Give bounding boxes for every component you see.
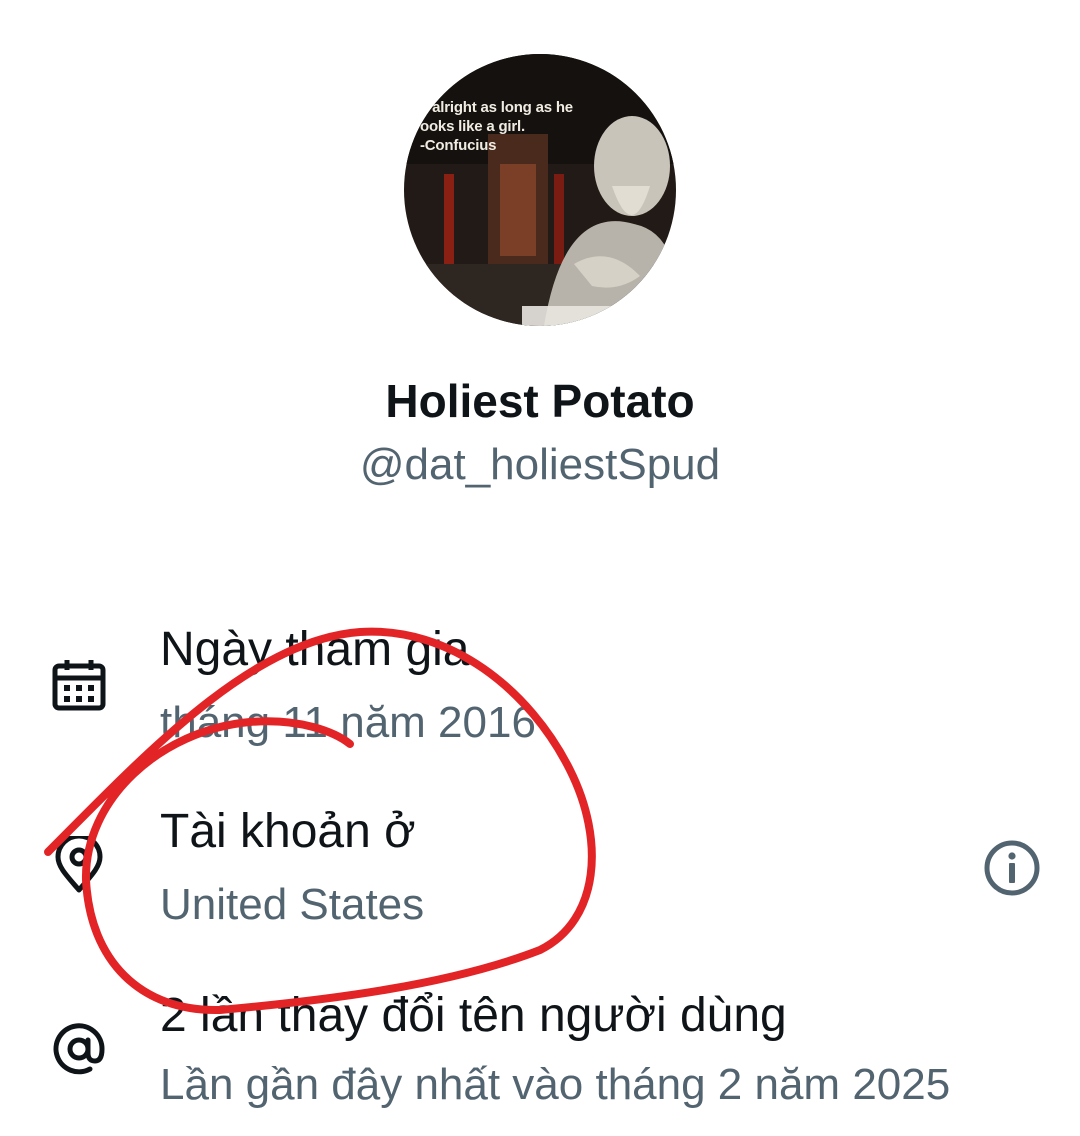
avatar-image (404, 54, 676, 326)
joined-value: tháng 11 năm 2016 (160, 698, 536, 747)
joined-label: Ngày tham gia (160, 623, 470, 676)
avatar-quote-text: s alright as long as he ooks like a girl… (420, 99, 573, 154)
username-changes-value: Lần gần đây nhất vào tháng 2 năm 2025 (160, 1060, 951, 1109)
at-sign-icon (53, 1023, 105, 1075)
account-based-in-label: Tài khoản ở (160, 805, 416, 858)
username-changes-label: 2 lần thay đổi tên người dùng (160, 989, 787, 1042)
calendar-icon (52, 660, 106, 711)
location-pin-icon (55, 836, 103, 893)
display-name: Holiest Potato (385, 375, 695, 427)
account-based-in-value: United States (160, 880, 425, 929)
info-icon[interactable] (982, 838, 1042, 898)
username-handle: @dat_holiestSpud (359, 440, 721, 489)
profile-avatar[interactable]: s alright as long as he ooks like a girl… (404, 54, 676, 326)
